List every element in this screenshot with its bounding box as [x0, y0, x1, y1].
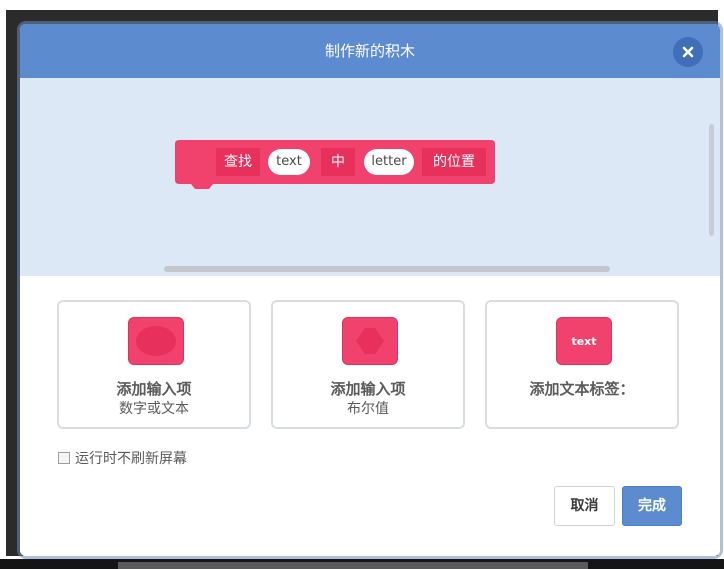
- run-without-refresh-label: 运行时不刷新屏幕: [75, 451, 187, 467]
- round-input-shape: [136, 326, 176, 356]
- dialog-frame: 制作新的积木 查找 text 中 letter 的位置 添加输入项 数字或文本 …: [6, 10, 720, 556]
- block-label-position: 的位置: [422, 148, 486, 176]
- block-preview-canvas: 查找 text 中 letter 的位置: [20, 78, 720, 276]
- done-button[interactable]: 完成: [622, 486, 682, 526]
- dialog-titlebar: 制作新的积木: [20, 24, 720, 78]
- option-title: 添加输入项: [330, 380, 406, 398]
- make-block-dialog: 制作新的积木 查找 text 中 letter 的位置 添加输入项 数字或文本 …: [20, 24, 720, 556]
- option-title: 添加输入项: [116, 380, 192, 398]
- add-boolean-input-button[interactable]: 添加输入项 布尔值: [271, 300, 465, 429]
- option-subtitle: 布尔值: [347, 401, 389, 417]
- block-label-find: 查找: [216, 148, 260, 176]
- horizontal-scrollbar[interactable]: [164, 266, 610, 272]
- add-text-label-button[interactable]: text 添加文本标签：: [485, 300, 679, 429]
- run-without-refresh-checkbox[interactable]: [58, 452, 70, 464]
- text-label-icon-text: text: [571, 334, 597, 348]
- hexagon-input-icon: [342, 317, 398, 365]
- block-input-text[interactable]: text: [268, 149, 310, 175]
- custom-block[interactable]: 查找 text 中 letter 的位置: [175, 140, 495, 194]
- round-input-icon: [128, 317, 184, 365]
- cancel-button[interactable]: 取消: [554, 486, 615, 526]
- run-without-refresh-option[interactable]: 运行时不刷新屏幕: [58, 448, 187, 468]
- text-label-icon: text: [556, 317, 612, 365]
- options-panel: 添加输入项 数字或文本 添加输入项 布尔值 text 添加文本标签： 运行时不刷…: [20, 276, 720, 556]
- editor-bottom-strip: [0, 559, 724, 569]
- close-icon: [682, 46, 694, 58]
- editor-scrollbar: [118, 562, 588, 569]
- close-button[interactable]: [673, 37, 703, 67]
- hexagon-input-shape: [356, 328, 384, 354]
- add-number-text-input-button[interactable]: 添加输入项 数字或文本: [57, 300, 251, 429]
- vertical-scrollbar[interactable]: [709, 124, 714, 236]
- block-input-letter[interactable]: letter: [364, 149, 414, 175]
- dialog-title: 制作新的积木: [324, 42, 415, 60]
- option-title: 添加文本标签：: [529, 380, 635, 398]
- option-subtitle: 数字或文本: [119, 401, 189, 417]
- block-label-in: 中: [321, 148, 355, 176]
